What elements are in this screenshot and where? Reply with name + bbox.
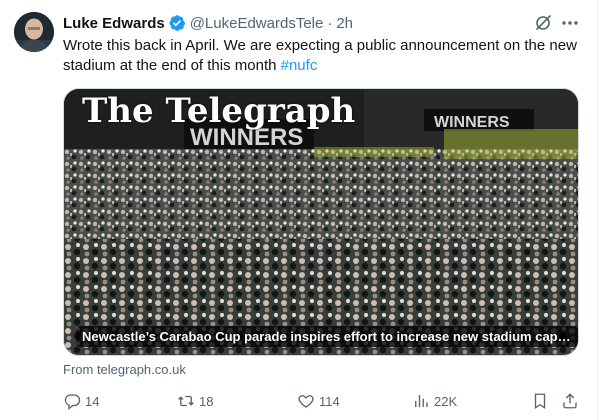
tweet-text: Wrote this back in April. We are expecti… bbox=[63, 36, 578, 76]
tweet-body: Wrote this back in April. We are expecti… bbox=[63, 37, 577, 74]
grok-icon[interactable] bbox=[533, 13, 553, 33]
verified-badge-icon[interactable] bbox=[168, 14, 186, 32]
avatar[interactable] bbox=[14, 12, 54, 52]
repost-count: 18 bbox=[199, 393, 214, 409]
card-headline[interactable]: Newcastle’s Carabao Cup parade inspires … bbox=[76, 326, 578, 347]
reply-count: 14 bbox=[85, 393, 100, 409]
publisher-logo: The Telegraph bbox=[82, 91, 356, 131]
more-icon[interactable] bbox=[560, 13, 580, 33]
repost-button[interactable]: 18 bbox=[177, 391, 213, 411]
tweet-header: Luke Edwards @LukeEdwardsTele · 2h bbox=[63, 13, 353, 33]
bookmark-icon bbox=[534, 393, 546, 410]
separator-dot: · bbox=[327, 14, 333, 32]
like-button[interactable]: 114 bbox=[297, 391, 340, 411]
views-button[interactable]: 22K bbox=[412, 391, 457, 411]
repost-icon bbox=[178, 395, 194, 407]
timeline-divider bbox=[597, 0, 598, 420]
views-count: 22K bbox=[434, 393, 458, 409]
bookmark-button[interactable] bbox=[531, 391, 549, 411]
views-icon bbox=[415, 395, 428, 407]
action-bar: 14 18 114 22K bbox=[63, 391, 583, 411]
author-handle[interactable]: @LukeEdwardsTele bbox=[190, 15, 324, 32]
reply-button[interactable]: 14 bbox=[63, 391, 99, 411]
author-name[interactable]: Luke Edwards bbox=[63, 15, 165, 32]
reply-icon bbox=[64, 394, 81, 410]
link-card[interactable]: WINNERS WINNERS The Telegraph Newcastle’… bbox=[63, 88, 579, 356]
share-icon bbox=[563, 393, 577, 409]
share-button[interactable] bbox=[561, 391, 579, 411]
hashtag-link[interactable]: #nufc bbox=[281, 57, 318, 74]
like-count: 114 bbox=[319, 393, 340, 409]
link-source[interactable]: From telegraph.co.uk bbox=[63, 362, 186, 377]
timestamp[interactable]: 2h bbox=[336, 15, 353, 32]
like-icon bbox=[298, 395, 314, 408]
